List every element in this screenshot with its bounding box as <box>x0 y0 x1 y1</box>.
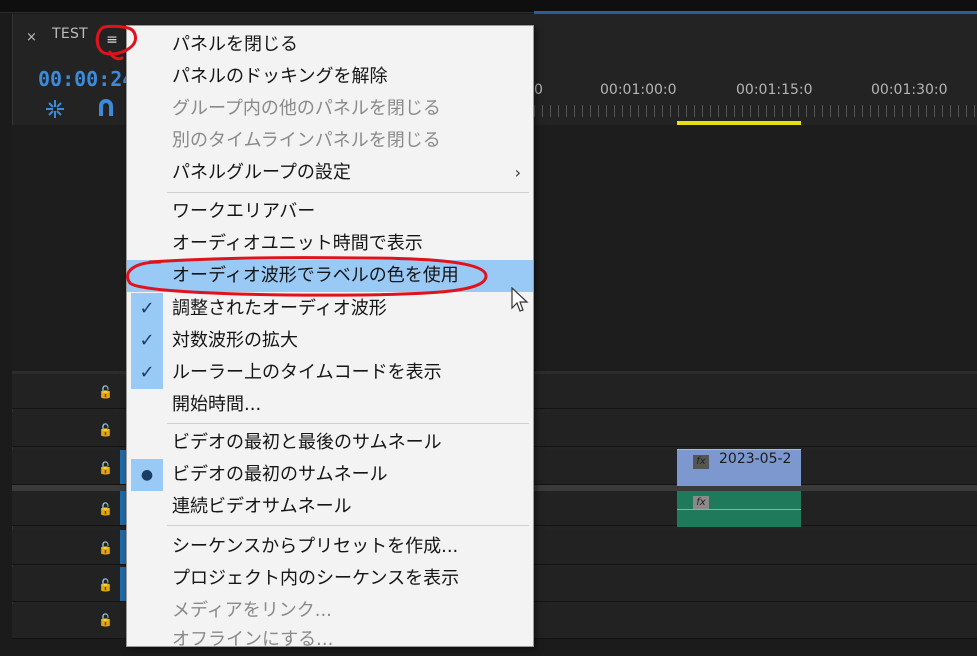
ruler-label: 00:01:30:0 <box>871 82 948 98</box>
audio-level-line <box>677 509 801 510</box>
menu-item-ruler-timecode[interactable]: ✓ ルーラー上のタイムコードを表示 <box>127 357 533 389</box>
snap-icon[interactable] <box>44 98 64 120</box>
menu-separator <box>167 192 529 193</box>
menu-item-reveal-sequence[interactable]: プロジェクト内のシーケンスを表示 <box>127 563 533 595</box>
menu-item-log-waveform[interactable]: ✓ 対数波形の拡大 <box>127 325 533 357</box>
menu-item-work-area-bar[interactable]: ワークエリアバー <box>127 196 533 228</box>
checkmark-icon: ✓ <box>131 357 163 389</box>
mouse-pointer-icon <box>511 287 529 312</box>
menu-item-undock-panel[interactable]: パネルのドッキングを解除 <box>127 61 533 93</box>
lock-icon[interactable]: 🔓 <box>98 502 113 516</box>
lock-icon[interactable]: 🔓 <box>98 423 113 437</box>
menu-item-close-other-panels[interactable]: グループ内の他のパネルを閉じる <box>127 93 533 125</box>
fx-badge-icon: fx <box>693 455 709 469</box>
close-tab-icon[interactable]: × <box>26 30 37 45</box>
panel-menu-icon[interactable]: ≡ <box>101 29 123 51</box>
panel-context-menu: パネルを閉じる パネルのドッキングを解除 グループ内の他のパネルを閉じる 別のタ… <box>126 25 534 650</box>
menu-item-continuous-thumbnail[interactable]: 連続ビデオサムネール <box>127 491 533 523</box>
lock-icon[interactable]: 🔓 <box>98 613 113 627</box>
lock-icon[interactable]: 🔓 <box>98 541 113 555</box>
menu-separator <box>167 423 529 424</box>
ruler-label: 00:01:15:0 <box>736 82 813 98</box>
playhead-timecode[interactable]: 00:00:24 <box>38 67 134 91</box>
checkmark-icon: ✓ <box>131 293 163 325</box>
checkmark-icon: ✓ <box>131 325 163 357</box>
menu-item-start-time[interactable]: 開始時間... <box>127 389 533 421</box>
lock-icon[interactable]: 🔓 <box>98 461 113 475</box>
ruler-ticks <box>534 105 977 117</box>
tab-title[interactable]: TEST <box>52 26 88 42</box>
lock-icon[interactable]: 🔓 <box>98 578 113 592</box>
menu-item-close-panel[interactable]: パネルを閉じる <box>127 29 533 61</box>
audio-clip[interactable]: fx <box>677 491 801 527</box>
menu-item-close-other-timelines[interactable]: 別のタイムラインパネルを閉じる <box>127 125 533 157</box>
fx-badge-icon: fx <box>693 496 709 510</box>
menu-item-audio-units[interactable]: オーディオユニット時間で表示 <box>127 228 533 260</box>
lock-icon[interactable]: 🔓 <box>98 385 113 399</box>
ruler-label: 0 <box>534 82 543 98</box>
magnet-icon[interactable] <box>95 96 117 123</box>
menu-item-label-color-waveform[interactable]: オーディオ波形でラベルの色を使用 <box>127 260 533 292</box>
clip-name: 2023-05-2 <box>719 451 792 467</box>
menu-item-first-thumbnail[interactable]: ● ビデオの最初のサムネール <box>127 459 533 491</box>
submenu-arrow-icon: › <box>514 163 521 182</box>
menu-item-panel-group-settings[interactable]: パネルグループの設定 › <box>127 157 533 189</box>
menu-separator <box>167 525 529 526</box>
menu-item-first-last-thumbnail[interactable]: ビデオの最初と最後のサムネール <box>127 427 533 459</box>
menu-item-make-offline[interactable]: オフラインにする... <box>127 624 533 656</box>
menu-item-link-media[interactable]: メディアをリンク... <box>127 595 533 627</box>
video-clip[interactable]: fx 2023-05-2 <box>677 449 801 486</box>
menu-item-create-preset[interactable]: シーケンスからプリセットを作成... <box>127 531 533 563</box>
ruler-label: 00:01:00:0 <box>600 82 677 98</box>
menu-item-rectified-waveform[interactable]: ✓ 調整されたオーディオ波形 <box>127 293 533 325</box>
radio-dot-icon: ● <box>131 459 163 491</box>
